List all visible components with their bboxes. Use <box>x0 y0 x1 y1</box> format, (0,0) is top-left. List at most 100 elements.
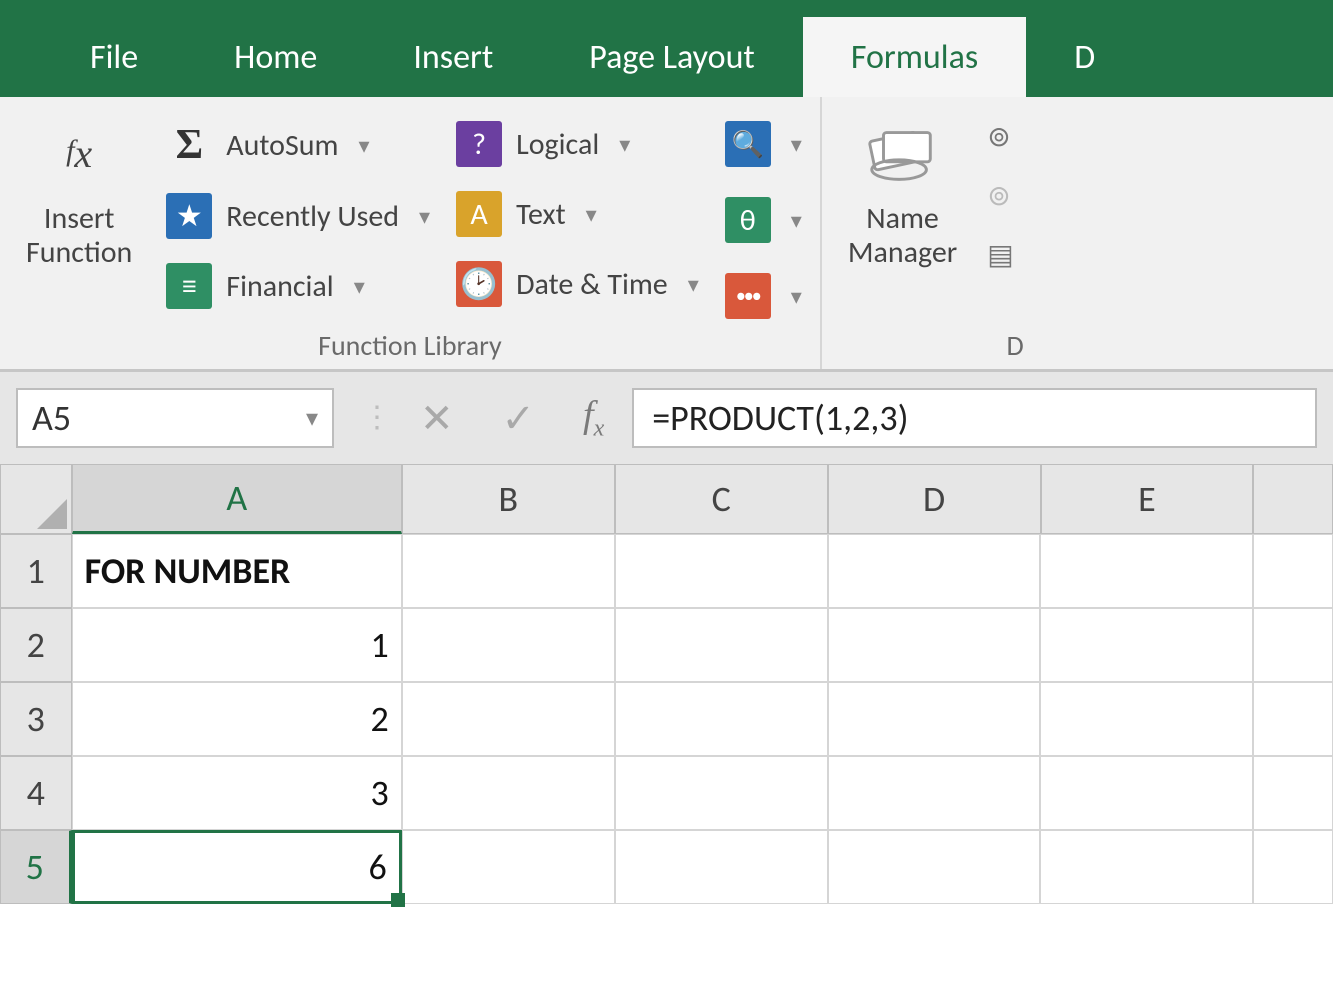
math-trig-button[interactable]: θ ▾ <box>725 191 802 249</box>
col-header-C[interactable]: C <box>615 464 828 534</box>
cell-F4-cut[interactable] <box>1253 756 1333 830</box>
row-header-3[interactable]: 3 <box>0 682 72 756</box>
cell-B3[interactable] <box>402 682 615 756</box>
flib-col-3: 🔍 ▾ θ ▾ ••• ▾ <box>725 115 802 325</box>
financial-button[interactable]: ≡ Financial ▾ <box>166 257 430 315</box>
cell-C3[interactable] <box>615 682 828 756</box>
column-header-row: A B C D E <box>0 464 1333 534</box>
row-header-4[interactable]: 4 <box>0 756 72 830</box>
cell-B2[interactable] <box>402 608 615 682</box>
cell-E2[interactable] <box>1040 608 1253 682</box>
name-manager-button[interactable]: Name Manager <box>840 115 965 268</box>
chevron-down-icon: ▾ <box>359 132 370 159</box>
enter-icon[interactable]: ✓ <box>502 394 536 443</box>
col-header-E[interactable]: E <box>1041 464 1254 534</box>
flib-col-1: Σ AutoSum ▾ ★ Recently Used ▾ ≡ Financia… <box>166 115 430 315</box>
name-box-divider: ⋮ <box>362 403 392 433</box>
formula-input[interactable]: =PRODUCT(1,2,3) <box>632 388 1317 448</box>
cell-A3[interactable]: 2 <box>72 682 402 756</box>
cell-F5-cut[interactable] <box>1253 830 1333 904</box>
row-header-5[interactable]: 5 <box>0 830 72 904</box>
tab-file[interactable]: File <box>42 17 186 97</box>
cell-A4[interactable]: 3 <box>72 756 402 830</box>
col-header-D[interactable]: D <box>828 464 1041 534</box>
flib-col-2: ? Logical ▾ A Text ▾ 🕑 Date & Time ▾ <box>456 115 699 313</box>
date-time-button[interactable]: 🕑 Date & Time ▾ <box>456 255 699 313</box>
row-header-1[interactable]: 1 <box>0 534 72 608</box>
tab-insert[interactable]: Insert <box>365 17 541 97</box>
name-manager-icon <box>864 115 942 193</box>
formula-bar-buttons: ✕ ✓ fx <box>420 393 604 443</box>
row-header-2[interactable]: 2 <box>0 608 72 682</box>
logical-button[interactable]: ? Logical ▾ <box>456 115 699 173</box>
cell-A5[interactable]: 6 <box>72 830 402 904</box>
chevron-down-icon: ▾ <box>791 207 802 234</box>
cell-A1[interactable]: FOR NUMBER <box>72 534 402 608</box>
fx-icon: fx <box>40 115 118 193</box>
cell-C5[interactable] <box>615 830 828 904</box>
defined-names-col-cut: ⊚ ⊚ ▤ <box>987 115 1013 272</box>
create-from-selection-icon[interactable]: ▤ <box>987 237 1013 272</box>
tab-page-layout[interactable]: Page Layout <box>541 17 803 97</box>
cell-D2[interactable] <box>828 608 1041 682</box>
name-box[interactable]: A5 ▾ <box>16 388 334 448</box>
row-1: 1 FOR NUMBER <box>0 534 1333 608</box>
col-header-B[interactable]: B <box>402 464 615 534</box>
theta-icon: θ <box>725 197 771 243</box>
insert-function-button[interactable]: fx Insert Function <box>18 115 140 268</box>
text-icon: A <box>456 191 502 237</box>
define-name-icon[interactable]: ⊚ <box>987 119 1013 154</box>
row-2: 2 1 <box>0 608 1333 682</box>
sigma-icon: Σ <box>166 121 212 169</box>
financial-icon: ≡ <box>166 263 212 309</box>
insert-function-label2: Function <box>26 237 132 269</box>
cell-D4[interactable] <box>828 756 1041 830</box>
function-library-body: fx Insert Function Σ AutoSum ▾ ★ Recentl… <box>18 115 802 325</box>
ribbon-tabs: File Home Insert Page Layout Formulas D <box>0 0 1333 97</box>
cell-C2[interactable] <box>615 608 828 682</box>
formula-text: =PRODUCT(1,2,3) <box>652 396 908 440</box>
lookup-reference-button[interactable]: 🔍 ▾ <box>725 115 802 173</box>
text-button[interactable]: A Text ▾ <box>456 185 699 243</box>
clock-icon: 🕑 <box>456 261 502 307</box>
col-header-F-cut[interactable] <box>1253 464 1333 534</box>
cell-E4[interactable] <box>1040 756 1253 830</box>
more-functions-button[interactable]: ••• ▾ <box>725 267 802 325</box>
chevron-down-icon: ▾ <box>354 273 365 300</box>
group-label-flib: Function Library <box>318 328 502 363</box>
row-4: 4 3 <box>0 756 1333 830</box>
tab-formulas[interactable]: Formulas <box>803 17 1026 97</box>
cell-D5[interactable] <box>828 830 1041 904</box>
cell-B1[interactable] <box>402 534 615 608</box>
cell-C1[interactable] <box>615 534 828 608</box>
select-all-corner[interactable] <box>0 464 72 534</box>
chevron-down-icon: ▾ <box>419 203 430 230</box>
tab-data-cut[interactable]: D <box>1026 17 1095 97</box>
cell-B4[interactable] <box>402 756 615 830</box>
chevron-down-icon: ▾ <box>586 201 597 228</box>
cancel-icon[interactable]: ✕ <box>420 394 454 443</box>
autosum-button[interactable]: Σ AutoSum ▾ <box>166 115 430 175</box>
cell-C4[interactable] <box>615 756 828 830</box>
cell-E3[interactable] <box>1040 682 1253 756</box>
cell-B5[interactable] <box>402 830 615 904</box>
cell-E5[interactable] <box>1040 830 1253 904</box>
cell-F2-cut[interactable] <box>1253 608 1333 682</box>
cell-A2[interactable]: 1 <box>72 608 402 682</box>
recently-used-button[interactable]: ★ Recently Used ▾ <box>166 187 430 245</box>
chevron-down-icon[interactable]: ▾ <box>306 404 318 433</box>
cell-F1-cut[interactable] <box>1253 534 1333 608</box>
cell-D1[interactable] <box>828 534 1041 608</box>
cell-F3-cut[interactable] <box>1253 682 1333 756</box>
name-manager-label2: Manager <box>848 237 957 269</box>
cell-D3[interactable] <box>828 682 1041 756</box>
chevron-down-icon: ▾ <box>619 131 630 158</box>
fx-icon[interactable]: fx <box>583 393 604 443</box>
more-icon: ••• <box>725 273 771 319</box>
cell-E1[interactable] <box>1040 534 1253 608</box>
tab-home[interactable]: Home <box>186 17 365 97</box>
spreadsheet-grid: A B C D E 1 FOR NUMBER 2 1 3 2 4 3 <box>0 464 1333 904</box>
use-in-formula-icon[interactable]: ⊚ <box>987 178 1013 213</box>
recently-used-icon: ★ <box>166 193 212 239</box>
col-header-A[interactable]: A <box>72 464 402 534</box>
